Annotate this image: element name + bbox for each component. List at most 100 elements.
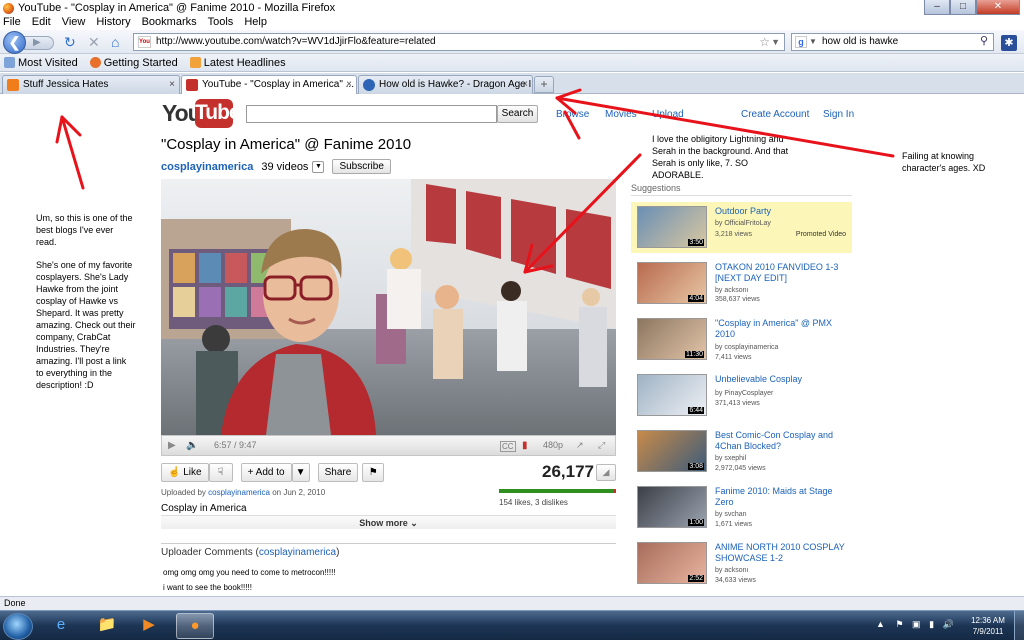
suggestion-item[interactable]: 4:04 OTAKON 2010 FANVIDEO 1-3 [NEXT DAY …: [631, 258, 852, 309]
youtube-search-input[interactable]: [246, 105, 497, 123]
title-bar: YouTube - "Cosplay in America" @ Fanime …: [0, 0, 1024, 16]
network-icon[interactable]: ▮: [929, 619, 934, 629]
tab-youtube[interactable]: YouTube - "Cosplay in America" ... ×: [181, 75, 357, 95]
menu-view[interactable]: View: [62, 16, 86, 30]
tab-how-old-is-hawke[interactable]: How old is Hawke? - Dragon Age II ... ×: [358, 75, 533, 94]
sign-in-link[interactable]: Sign In: [823, 109, 854, 120]
bookmark-getting-started[interactable]: Getting Started: [89, 57, 178, 69]
uploader-link[interactable]: cosplayinamerica: [208, 488, 270, 497]
add-to-button[interactable]: + Add to: [240, 463, 292, 482]
volume-icon[interactable]: 🔈: [186, 440, 198, 451]
internet-explorer-icon[interactable]: e: [42, 613, 80, 639]
addon-icon[interactable]: ✱: [1001, 35, 1017, 51]
fullscreen-icon[interactable]: ⤢: [598, 440, 605, 451]
like-button[interactable]: ☝ Like: [161, 463, 209, 482]
popout-icon[interactable]: ↗: [576, 440, 584, 451]
new-tab-button[interactable]: +: [534, 76, 554, 93]
display-icon[interactable]: ▣: [912, 619, 921, 629]
comment: i want to see the book!!!!!: [163, 583, 252, 592]
duration-badge: 3:50: [688, 239, 704, 246]
firefox-taskbar-icon[interactable]: ●: [176, 613, 214, 639]
suggestion-thumbnail[interactable]: 11:30: [637, 318, 707, 360]
suggestion-item[interactable]: 3:08 Best Comic-Con Cosplay and 4Chan Bl…: [631, 426, 852, 477]
browse-link[interactable]: Browse: [556, 109, 589, 120]
search-icon[interactable]: ⚲: [977, 35, 991, 49]
suggestion-thumbnail[interactable]: 6:44: [637, 374, 707, 416]
menu-help[interactable]: Help: [244, 16, 267, 30]
suggestion-item[interactable]: 3:50 Outdoor Party by OfficialFritoLay 3…: [631, 202, 852, 253]
youtube-logo[interactable]: You Tube: [162, 99, 241, 128]
upload-link[interactable]: Upload: [652, 109, 684, 120]
flag-tray-icon[interactable]: ⚑: [895, 619, 903, 629]
suggestion-item[interactable]: 6:44 Unbelievable Cosplay by PinayCospla…: [631, 370, 852, 421]
back-button[interactable]: ❮: [3, 31, 26, 54]
suggestion-title[interactable]: Best Comic-Con Cosplay and 4Chan Blocked…: [715, 430, 851, 452]
tab-stuff-jessica-hates[interactable]: Stuff Jessica Hates ×: [2, 75, 180, 94]
show-more-button[interactable]: Show more ⌄: [161, 515, 616, 529]
youtube-search-button[interactable]: Search: [497, 105, 538, 123]
bookmark-star-icon[interactable]: ☆: [759, 34, 770, 50]
clock[interactable]: 12:36 AM 7/9/2011: [966, 615, 1010, 637]
tab-close-icon[interactable]: ×: [346, 76, 352, 93]
movies-link[interactable]: Movies: [605, 109, 637, 120]
share-button[interactable]: Share: [317, 463, 359, 482]
suggestion-title[interactable]: Unbelievable Cosplay: [715, 374, 851, 385]
suggestion-thumbnail[interactable]: 1:00: [637, 486, 707, 528]
create-account-link[interactable]: Create Account: [741, 109, 809, 120]
chevron-down-icon[interactable]: ▼: [312, 160, 325, 173]
media-player-icon[interactable]: ▶: [130, 613, 168, 639]
add-to-dropdown-icon[interactable]: ▼: [291, 463, 310, 482]
home-icon[interactable]: ⌂: [111, 35, 119, 49]
channel-link[interactable]: cosplayinamerica: [161, 161, 253, 173]
tab-close-icon[interactable]: ×: [522, 76, 528, 93]
dislike-button[interactable]: ☟: [208, 463, 233, 482]
menu-edit[interactable]: Edit: [32, 16, 51, 30]
suggestion-item[interactable]: 1:00 Fanime 2010: Maids at Stage Zero by…: [631, 482, 852, 533]
maximize-button[interactable]: □: [950, 0, 976, 15]
start-button[interactable]: [3, 613, 33, 640]
suggestion-title[interactable]: OTAKON 2010 FANVIDEO 1-3 [NEXT DAY EDIT]: [715, 262, 851, 284]
tab-bar: Stuff Jessica Hates × YouTube - "Cosplay…: [0, 73, 1024, 95]
suggestion-title[interactable]: ANIME NORTH 2010 COSPLAY SHOWCASE 1-2: [715, 542, 851, 564]
stop-icon[interactable]: ✕: [88, 35, 100, 49]
url-bar[interactable]: You http://www.youtube.com/watch?v=WV1dJ…: [133, 33, 785, 51]
suggestion-title[interactable]: Outdoor Party: [715, 206, 851, 217]
captions-icon[interactable]: CC: [500, 441, 516, 452]
suggestion-item[interactable]: 2:52 ANIME NORTH 2010 COSPLAY SHOWCASE 1…: [631, 538, 852, 589]
promoted-label: Promoted Video: [795, 231, 846, 238]
suggestion-title[interactable]: "Cosplay in America" @ PMX 2010: [715, 318, 851, 340]
search-engine-dropdown-icon[interactable]: ▼: [809, 34, 817, 50]
suggestion-thumbnail[interactable]: 3:08: [637, 430, 707, 472]
reload-icon[interactable]: ↻: [64, 35, 76, 49]
tab-close-icon[interactable]: ×: [169, 76, 175, 93]
search-bar[interactable]: g ▼ how old is hawke ⚲: [791, 33, 994, 51]
suggestion-thumbnail[interactable]: 2:52: [637, 542, 707, 584]
bookmark-latest-headlines[interactable]: Latest Headlines: [189, 57, 286, 69]
close-button[interactable]: ✕: [976, 0, 1020, 15]
subscribe-button[interactable]: Subscribe: [332, 159, 391, 174]
url-dropdown-icon[interactable]: ▼: [771, 34, 780, 50]
suggestion-thumbnail[interactable]: 4:04: [637, 262, 707, 304]
menu-history[interactable]: History: [96, 16, 130, 30]
menu-bookmarks[interactable]: Bookmarks: [142, 16, 197, 30]
tray-arrow-icon[interactable]: ▲: [876, 619, 885, 629]
folder-icon[interactable]: 📁: [88, 613, 126, 639]
comments-user-link[interactable]: cosplayinamerica: [259, 547, 336, 558]
stats-icon[interactable]: ◢: [596, 464, 616, 481]
suggestion-item[interactable]: 11:30 "Cosplay in America" @ PMX 2010 by…: [631, 314, 852, 365]
play-icon[interactable]: ▶: [168, 440, 176, 451]
show-desktop-button[interactable]: [1014, 611, 1024, 640]
suggestion-title[interactable]: Fanime 2010: Maids at Stage Zero: [715, 486, 851, 508]
annotations-icon[interactable]: ▮: [522, 440, 528, 451]
google-icon[interactable]: g: [795, 36, 807, 48]
volume-tray-icon[interactable]: 🔊: [943, 619, 954, 629]
suggestion-thumbnail[interactable]: 3:50: [637, 206, 707, 248]
flag-button[interactable]: ⚑: [362, 463, 385, 482]
forward-button[interactable]: ▶: [24, 36, 54, 50]
video-player[interactable]: [161, 179, 616, 435]
menu-file[interactable]: File: [3, 16, 21, 30]
quality-button[interactable]: 480p: [543, 440, 563, 450]
minimize-button[interactable]: –: [924, 0, 950, 15]
menu-tools[interactable]: Tools: [208, 16, 234, 30]
bookmark-most-visited[interactable]: Most Visited: [4, 57, 78, 69]
